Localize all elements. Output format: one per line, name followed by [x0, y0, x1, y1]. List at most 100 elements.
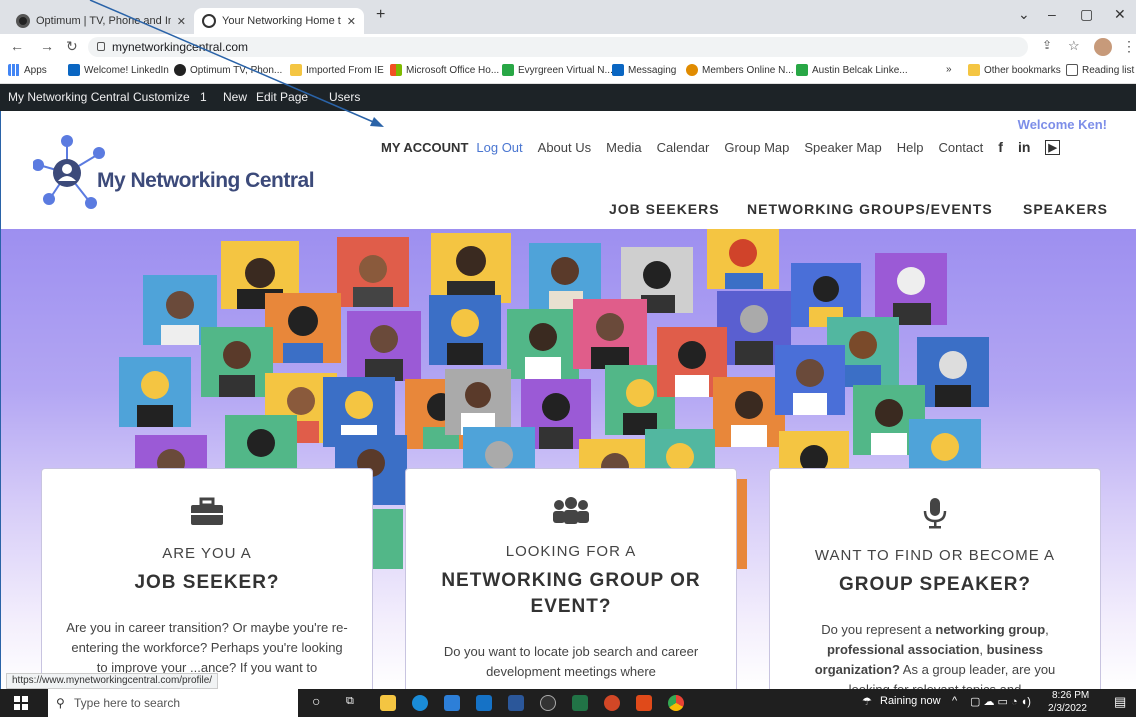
nav-media[interactable]: Media — [606, 140, 641, 155]
card-networking-group[interactable]: LOOKING FOR A NETWORKING GROUP OR EVENT?… — [405, 468, 737, 689]
profile-avatar[interactable] — [1094, 38, 1112, 56]
linkedin-icon[interactable]: in — [1018, 139, 1030, 155]
mail-icon[interactable] — [476, 695, 492, 711]
taskbar-search-input[interactable]: ⚲ Type here to search — [48, 689, 298, 717]
bookmark-members[interactable]: Members Online N... — [686, 64, 794, 76]
close-icon[interactable]: ✕ — [347, 15, 356, 28]
weather-text[interactable]: Raining now — [880, 695, 941, 707]
bookmark-austin[interactable]: Austin Belcak Linke... — [796, 64, 908, 76]
logout-link[interactable]: Log Out — [476, 140, 522, 155]
site-favicon-icon — [202, 14, 216, 28]
tab-search-icon[interactable]: ⌄ — [1018, 6, 1030, 23]
store-icon[interactable] — [444, 695, 460, 711]
facebook-icon[interactable]: f — [998, 139, 1003, 155]
reading-list[interactable]: Reading list — [1066, 64, 1134, 76]
chrome-icon[interactable] — [668, 695, 684, 711]
bookmark-label: Evyrgreen Virtual N... — [518, 64, 613, 76]
body-bold-text: networking group — [935, 622, 1046, 637]
admin-bar: My Networking Central Customize 1 New Ed… — [0, 84, 1136, 111]
admin-site-name[interactable]: My Networking Central — [8, 90, 129, 104]
nav-calendar[interactable]: Calendar — [657, 140, 710, 155]
nav-contact[interactable]: Contact — [938, 140, 983, 155]
admin-comments-count[interactable]: 1 — [200, 90, 207, 104]
admin-users[interactable]: Users — [329, 90, 360, 104]
bookmark-label: Apps — [24, 64, 47, 76]
bookmark-optimum[interactable]: Optimum TV, Phon... — [174, 64, 282, 76]
close-window-button[interactable]: ✕ — [1114, 6, 1126, 23]
dell-icon[interactable] — [540, 695, 556, 711]
menu-icon[interactable]: ⋮ — [1122, 38, 1136, 55]
youtube-icon[interactable]: ▶ — [1045, 139, 1060, 155]
bookmark-messaging[interactable]: Messaging — [612, 64, 676, 76]
bookmarks-bar: Apps Welcome! LinkedIn Optimum TV, Phon.… — [0, 60, 1136, 84]
admin-edit-page[interactable]: Edit Page — [256, 90, 308, 104]
bookmark-imported[interactable]: Imported From IE — [290, 64, 384, 76]
welcome-message: Welcome Ken! — [1017, 117, 1107, 132]
excel-icon[interactable] — [572, 695, 588, 711]
nav-help[interactable]: Help — [897, 140, 924, 155]
body-text: , — [1045, 622, 1049, 637]
logo-text[interactable]: My Networking Central — [97, 169, 315, 193]
tab-title: Optimum | TV, Phone and Interne — [36, 15, 171, 27]
office-icon[interactable] — [636, 695, 652, 711]
admin-customize[interactable]: Customize — [133, 90, 190, 104]
nav-networking-groups[interactable]: NETWORKING GROUPS/EVENTS — [747, 201, 993, 217]
edge-icon[interactable] — [412, 695, 428, 711]
bookmark-evyrgreen[interactable]: Evyrgreen Virtual N... — [502, 64, 613, 76]
bookmark-linkedin[interactable]: Welcome! LinkedIn — [68, 64, 169, 76]
windows-start-icon[interactable] — [14, 696, 28, 710]
word-icon[interactable] — [508, 695, 524, 711]
linkedin-icon — [612, 64, 624, 76]
microsoft-icon — [390, 64, 402, 76]
search-icon: ⚲ — [56, 696, 65, 710]
maximize-button[interactable]: ▢ — [1080, 6, 1093, 23]
nav-job-seekers[interactable]: JOB SEEKERS — [609, 201, 720, 217]
lock-icon — [97, 42, 105, 51]
card-group-speaker[interactable]: WANT TO FIND OR BECOME A GROUP SPEAKER? … — [769, 468, 1101, 689]
admin-new[interactable]: New — [223, 90, 247, 104]
austin-icon — [796, 64, 808, 76]
nav-about-us[interactable]: About Us — [538, 140, 591, 155]
bookmark-label: Microsoft Office Ho... — [406, 64, 500, 76]
my-account-link[interactable]: MY ACCOUNT — [381, 140, 468, 155]
powerpoint-icon[interactable] — [604, 695, 620, 711]
task-view-icon[interactable]: ⧉ — [346, 695, 354, 708]
clock-date[interactable]: 2/3/2022 — [1048, 703, 1087, 714]
tab-title: Your Networking Home to find Jo — [222, 15, 341, 27]
back-icon[interactable]: ← — [10, 38, 24, 54]
card-job-seeker[interactable]: ARE YOU A JOB SEEKER? Are you in career … — [41, 468, 373, 689]
close-icon[interactable]: ✕ — [177, 15, 186, 28]
windows-taskbar: ⚲ Type here to search ○ ⧉ ☂ Raining now … — [0, 689, 1136, 717]
top-nav: MY ACCOUNT Log Out About Us Media Calend… — [381, 139, 1075, 155]
tab-networking[interactable]: Your Networking Home to find Jo ✕ — [194, 8, 364, 34]
minimize-button[interactable]: – — [1048, 6, 1056, 22]
url-field[interactable]: mynetworkingcentral.com — [88, 37, 1028, 57]
bookmark-label: Welcome! LinkedIn — [84, 64, 169, 76]
file-explorer-icon[interactable] — [380, 695, 396, 711]
bookmark-apps[interactable]: Apps — [8, 64, 47, 76]
url-text: mynetworkingcentral.com — [112, 40, 249, 54]
new-tab-button[interactable]: + — [376, 6, 385, 24]
forward-icon[interactable]: → — [40, 38, 54, 54]
notifications-icon[interactable]: ▤ — [1114, 694, 1126, 710]
bookmark-label: Imported From IE — [306, 64, 384, 76]
evyrgreen-icon — [502, 64, 514, 76]
bookmark-office[interactable]: Microsoft Office Ho... — [390, 64, 499, 76]
website-viewport: Welcome Ken! MY ACCOUNT Log Out About Us… — [0, 111, 1136, 689]
microphone-icon — [923, 498, 947, 529]
system-tray-icons[interactable]: ▢ ☁ ▭ ◔ ◖) — [970, 695, 1031, 708]
tray-chevron-icon[interactable]: ^ — [952, 695, 957, 707]
nav-group-map[interactable]: Group Map — [724, 140, 789, 155]
nav-speakers[interactable]: SPEAKERS — [1023, 201, 1108, 217]
star-icon[interactable]: ☆ — [1068, 38, 1080, 54]
nav-speaker-map[interactable]: Speaker Map — [804, 140, 881, 155]
weather-icon[interactable]: ☂ — [862, 695, 872, 708]
members-icon — [686, 64, 698, 76]
cortana-icon[interactable]: ○ — [312, 693, 320, 709]
reload-icon[interactable]: ↻ — [66, 38, 78, 55]
share-icon[interactable]: ⇪ — [1042, 38, 1052, 52]
clock-time[interactable]: 8:26 PM — [1052, 690, 1089, 701]
tab-optimum[interactable]: Optimum | TV, Phone and Interne ✕ — [8, 8, 194, 34]
bookmarks-overflow[interactable]: » — [946, 64, 952, 75]
bookmark-other[interactable]: Other bookmarks — [968, 64, 1061, 76]
